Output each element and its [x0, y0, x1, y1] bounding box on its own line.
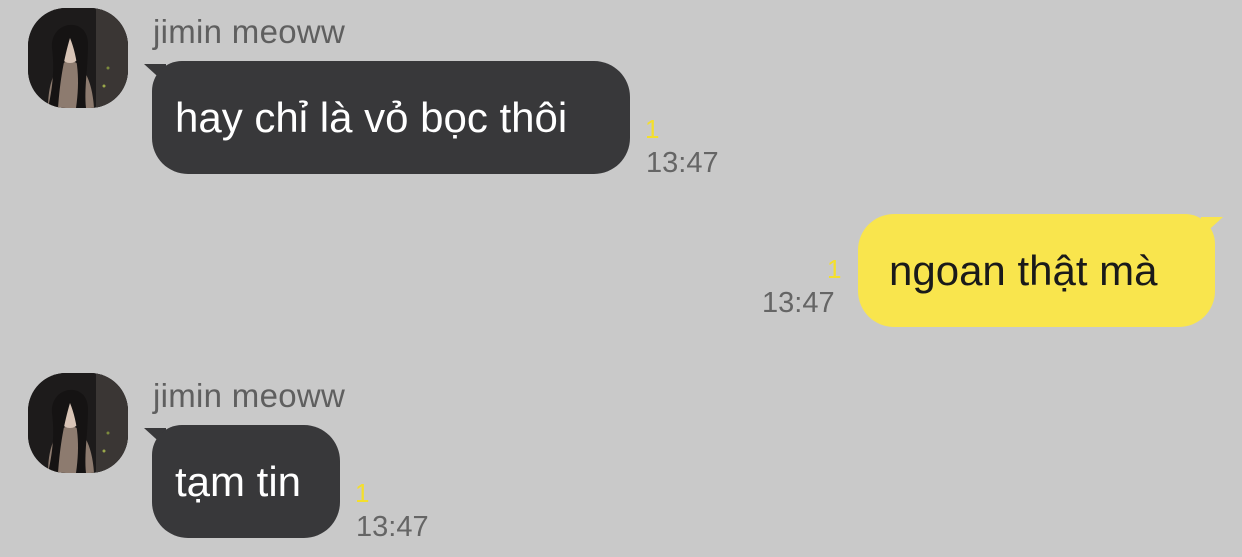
message-bubble[interactable]: ngoan thật mà: [858, 214, 1215, 327]
sender-avatar[interactable]: [28, 8, 128, 108]
message-bubble[interactable]: tạm tin: [152, 425, 340, 538]
message-bubble[interactable]: hay chỉ là vỏ bọc thôi: [152, 61, 630, 174]
message-text: tạm tin: [175, 457, 302, 505]
sender-name: jimin meoww: [153, 377, 346, 414]
profile-photo-icon: [28, 373, 128, 473]
sender-avatar[interactable]: [28, 373, 128, 473]
unread-count: 1: [645, 114, 660, 144]
message-timestamp: 13:47: [646, 147, 719, 179]
sender-name: jimin meoww: [153, 13, 346, 50]
message-text: hay chỉ là vỏ bọc thôi: [175, 93, 568, 141]
profile-photo-icon: [28, 8, 128, 108]
message-timestamp: 13:47: [356, 511, 429, 543]
unread-count: 1: [355, 478, 370, 508]
unread-count: 1: [827, 254, 842, 284]
message-text: ngoan thật mà: [889, 246, 1158, 294]
message-timestamp: 13:47: [762, 287, 835, 319]
bubble-tail: [1201, 217, 1223, 237]
